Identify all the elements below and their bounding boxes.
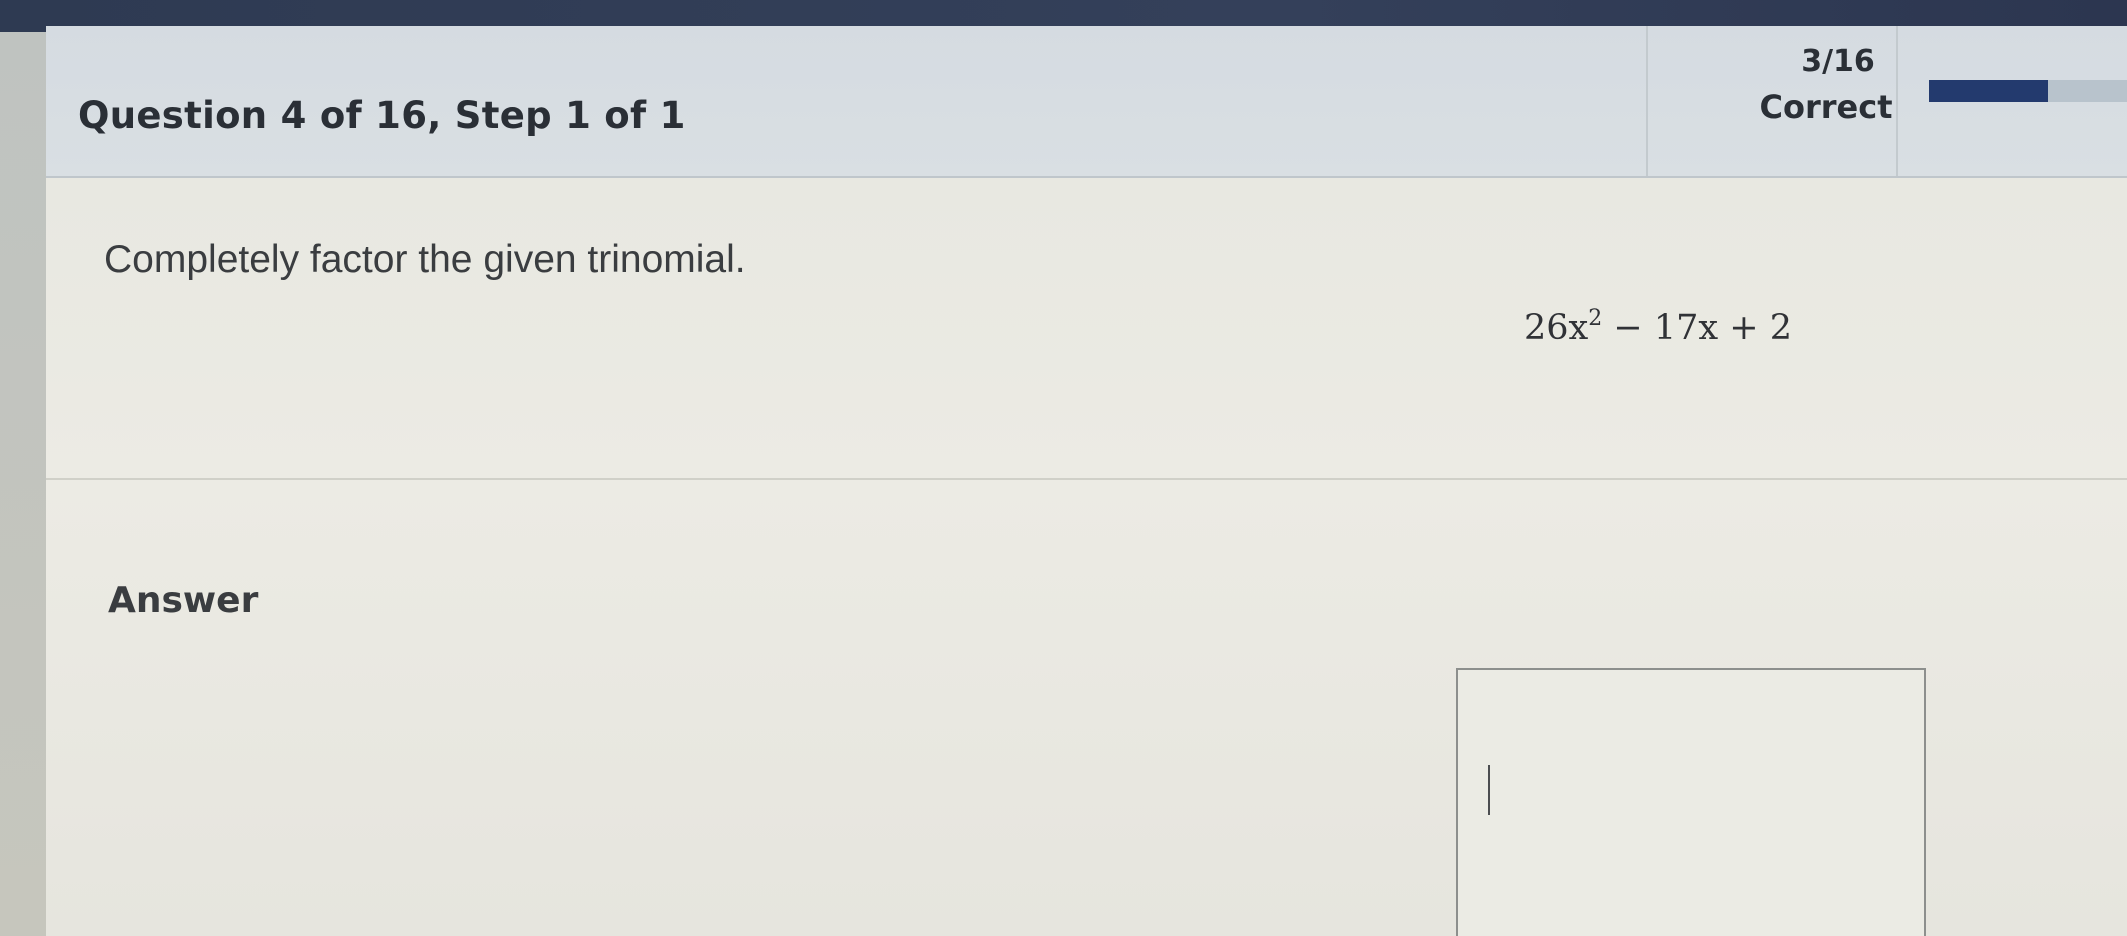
expression-exponent: 2 xyxy=(1588,306,1603,331)
expression-lead: 26x xyxy=(1524,308,1589,348)
header-divider-2 xyxy=(1896,26,1898,176)
trinomial-expression: 26x2 − 17x + 2 xyxy=(1524,306,1792,348)
question-prompt: Completely factor the given trinomial. xyxy=(104,238,746,281)
header-divider xyxy=(1646,26,1648,176)
section-divider xyxy=(46,478,2127,480)
question-title: Question 4 of 16, Step 1 of 1 xyxy=(78,94,686,137)
answer-label: Answer xyxy=(108,580,259,621)
score-count: 3/16 xyxy=(1801,44,1875,79)
left-bezel xyxy=(0,32,46,936)
question-content: Completely factor the given trinomial. 2… xyxy=(46,178,2127,936)
expression-tail: − 17x + 2 xyxy=(1602,308,1792,348)
text-cursor xyxy=(1488,765,1490,815)
question-header: Question 4 of 16, Step 1 of 1 3/16 Corre… xyxy=(46,26,2127,178)
progress-bar-fill xyxy=(1929,80,2048,102)
score-status: Correct xyxy=(1759,88,1893,126)
answer-input[interactable] xyxy=(1456,668,1926,936)
progress-bar xyxy=(1929,80,2127,102)
